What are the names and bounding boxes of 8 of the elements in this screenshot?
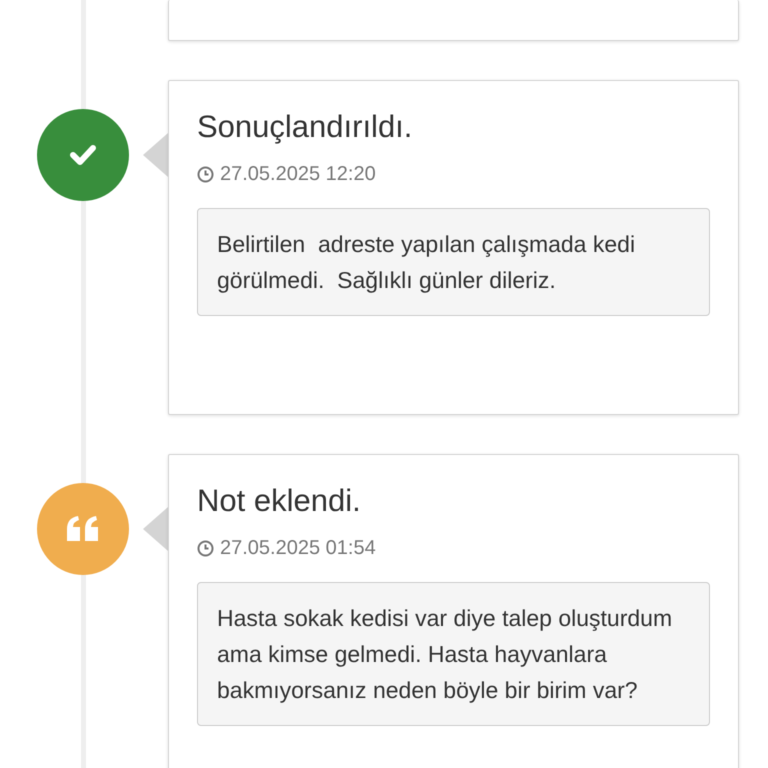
event-message: Hasta sokak kedisi var diye talep oluşturdum ama kimse gelmedi. Hasta hayvanlara bakmıyorsanız neden böyle bir birim var? — [197, 582, 710, 726]
clock-icon — [197, 166, 214, 183]
event-time: 27.05.2025 12:20 — [220, 163, 376, 186]
event-message: Belirtilen adreste yapılan çalışmada kedi görülmedi. Sağlıklı günler dileriz. — [197, 208, 710, 316]
clock-icon — [197, 540, 214, 557]
event-title: Not eklendi. — [197, 482, 362, 520]
event-time: 27.05.2025 01:54 — [220, 537, 376, 560]
event-title: Sonuçlandırıldı. — [197, 108, 414, 146]
